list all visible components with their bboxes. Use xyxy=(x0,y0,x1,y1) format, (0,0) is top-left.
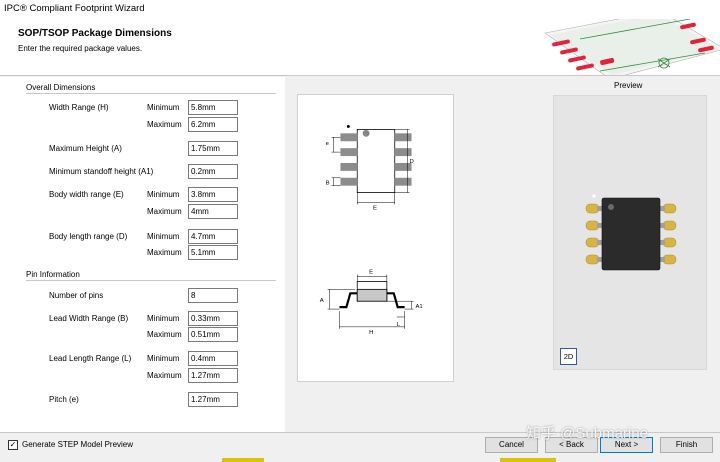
body-length-min-label: Minimum xyxy=(147,232,180,241)
step-preview-checkbox-label[interactable]: Generate STEP Model Preview xyxy=(22,440,133,449)
width-max-input[interactable] xyxy=(188,117,238,132)
pitch-dim-label: e xyxy=(326,141,330,147)
section-divider xyxy=(26,280,276,281)
width-max-label: Maximum xyxy=(147,120,182,129)
max-height-dim-label: A xyxy=(320,298,324,304)
footprint-preview-image xyxy=(585,194,677,271)
footprint-preview-panel[interactable]: 2D xyxy=(553,95,707,370)
body-width-label: Body width range (E) xyxy=(49,190,124,199)
lead-width-min-label: Minimum xyxy=(147,314,180,323)
section-divider xyxy=(26,93,276,94)
section-title-overall: Overall Dimensions xyxy=(26,83,96,92)
lead-length-min-label: Minimum xyxy=(147,354,180,363)
page-title: SOP/TSOP Package Dimensions xyxy=(18,28,172,39)
width-range-label: Width Range (H) xyxy=(49,103,109,112)
title-bar: IPC® Compliant Footprint Wizard xyxy=(0,0,720,19)
lead-length-max-label: Maximum xyxy=(147,371,182,380)
lead-width-dim-label: B xyxy=(326,181,330,187)
body-length-min-input[interactable] xyxy=(188,229,238,244)
max-height-input[interactable] xyxy=(188,141,238,156)
num-pins-input[interactable] xyxy=(188,288,238,303)
dimensions-form: Overall Dimensions Width Range (H) Minim… xyxy=(0,77,285,432)
package-dimension-diagram: e B D E E A A1 H L xyxy=(297,94,454,382)
finish-button[interactable]: Finish xyxy=(660,437,713,453)
lead-length-max-input[interactable] xyxy=(188,368,238,383)
lead-width-max-input[interactable] xyxy=(188,327,238,342)
body-length-max-label: Maximum xyxy=(147,248,182,257)
page-subtitle: Enter the required package values. xyxy=(18,44,143,53)
body-width-dim-label: E xyxy=(373,205,377,211)
side-body-width-label: E xyxy=(369,270,373,276)
body-width-max-label: Maximum xyxy=(147,207,182,216)
lead-length-label: Lead Length Range (L) xyxy=(49,354,132,363)
taskbar-strip xyxy=(222,458,264,462)
lead-width-min-input[interactable] xyxy=(188,311,238,326)
lead-width-max-label: Maximum xyxy=(147,330,182,339)
body-width-min-label: Minimum xyxy=(147,190,180,199)
view-2d-button[interactable]: 2D xyxy=(560,348,577,365)
lead-width-label: Lead Width Range (B) xyxy=(49,314,129,323)
pcb-banner-image xyxy=(544,19,720,75)
section-title-pins: Pin Information xyxy=(26,270,80,279)
side-view-drawing: E A A1 H L xyxy=(320,270,423,336)
pitch-label: Pitch (e) xyxy=(49,395,79,404)
body-width-max-input[interactable] xyxy=(188,204,238,219)
taskbar-strip xyxy=(500,458,556,462)
width-min-label: Minimum xyxy=(147,103,180,112)
overall-width-dim-label: H xyxy=(369,330,373,336)
preview-label: Preview xyxy=(614,81,643,90)
lead-length-min-input[interactable] xyxy=(188,351,238,366)
watermark: 知乎 @Submarine xyxy=(526,425,648,442)
standoff-dim-label: A1 xyxy=(415,304,422,310)
min-standoff-label: Minimum standoff height (A1) xyxy=(49,167,154,176)
min-standoff-input[interactable] xyxy=(188,164,238,179)
wizard-header: SOP/TSOP Package Dimensions Enter the re… xyxy=(0,19,720,76)
body-width-min-input[interactable] xyxy=(188,187,238,202)
body-length-dim-label: D xyxy=(410,159,414,165)
top-view-drawing: e B D E xyxy=(326,124,414,211)
body-length-max-input[interactable] xyxy=(188,245,238,260)
pitch-input[interactable] xyxy=(188,392,238,407)
step-preview-checkbox[interactable]: ✓ xyxy=(8,440,18,450)
max-height-label: Maximum Height (A) xyxy=(49,144,122,153)
window-title: IPC® Compliant Footprint Wizard xyxy=(4,3,145,14)
width-min-input[interactable] xyxy=(188,100,238,115)
body-length-label: Body length range (D) xyxy=(49,232,128,241)
num-pins-label: Number of pins xyxy=(49,291,104,300)
